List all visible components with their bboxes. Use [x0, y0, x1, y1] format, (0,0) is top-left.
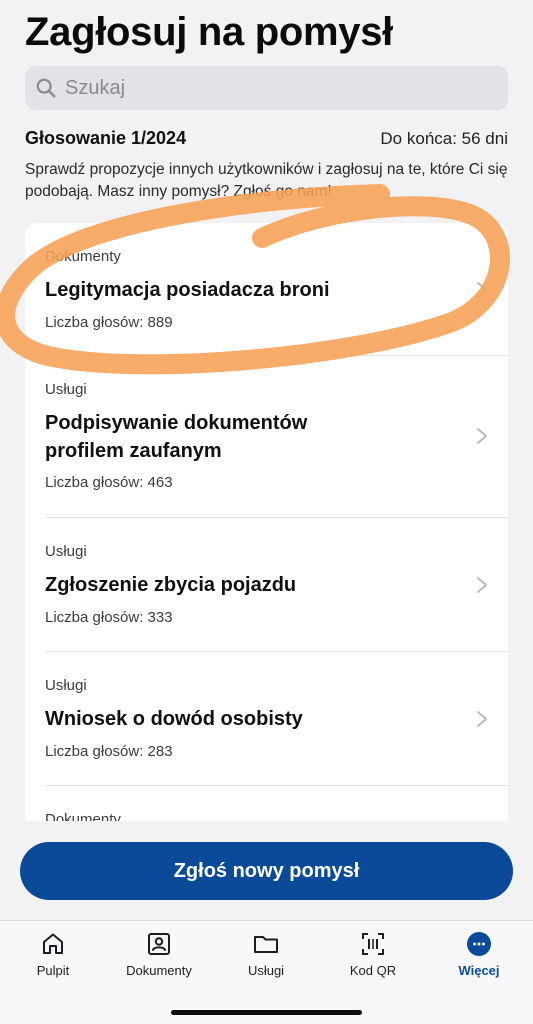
idea-votes: Liczba głosów: 463: [45, 474, 173, 491]
idea-category: Usługi: [45, 543, 87, 560]
idea-votes: Liczba głosów: 333: [45, 609, 173, 626]
idea-name: Legitymacja posiadacza broni: [45, 279, 330, 301]
idea-name: Zgłoszenie zbycia pojazdu: [45, 574, 297, 596]
tab-label: Dokumenty: [126, 963, 192, 978]
chevron-right-icon: [477, 711, 487, 727]
idea-item[interactable]: Usługi Podpisywanie dokumentów profilem …: [45, 356, 508, 518]
tab-label: Kod QR: [349, 963, 397, 978]
idea-item[interactable]: Usługi Wniosek o dowód osobisty Liczba g…: [45, 652, 508, 786]
idea-category: Usługi: [45, 381, 87, 398]
tab-label: Więcej: [458, 963, 500, 978]
more-icon: [467, 932, 491, 956]
id-card-icon: [148, 933, 170, 955]
search-input[interactable]: [63, 75, 487, 101]
idea-name: Wniosek o dowód osobisty: [45, 708, 303, 730]
ideas-list: Dokumenty Legitymacja posiadacza broni L…: [25, 223, 508, 821]
idea-category: Usługi: [45, 677, 87, 694]
idea-votes: Liczba głosów: 889: [45, 314, 173, 331]
poll-title: Głosowanie 1/2024: [25, 128, 187, 148]
page-title: Zagłosuj na pomysł: [25, 10, 393, 54]
qr-scan-icon: [362, 933, 384, 955]
search-icon: [36, 78, 56, 98]
chevron-right-icon: [477, 428, 487, 444]
poll-description: Sprawdź propozycje innych użytkowników i…: [25, 161, 508, 200]
tab-label: Usługi: [247, 963, 285, 978]
tab-bar: Pulpit Dokumenty Usługi Kod QR Więcej: [0, 920, 533, 1024]
app-screen: Zagłosuj na pomysł Głosowanie 1/2024 Do …: [0, 0, 533, 1024]
idea-category: Dokumenty: [45, 811, 121, 821]
home-icon: [43, 933, 63, 954]
chevron-right-icon: [477, 577, 487, 593]
search-bar[interactable]: [25, 66, 508, 110]
tab-uslugi[interactable]: Usługi: [221, 931, 311, 978]
home-indicator: [171, 1010, 362, 1015]
tab-pulpit[interactable]: Pulpit: [8, 931, 98, 978]
submit-idea-button[interactable]: Zgłoś nowy pomysł: [20, 842, 513, 900]
chevron-right-icon: [477, 282, 487, 298]
tab-wiecej[interactable]: Więcej: [434, 931, 524, 978]
idea-votes: Liczba głosów: 283: [45, 743, 173, 760]
tab-kod-qr[interactable]: Kod QR: [328, 931, 418, 978]
idea-item[interactable]: Dokumenty Legitymacja posiadacza broni L…: [45, 223, 508, 356]
poll-header: Głosowanie 1/2024 Do końca: 56 dni: [25, 128, 508, 149]
folder-icon: [254, 936, 278, 953]
tab-dokumenty[interactable]: Dokumenty: [114, 931, 204, 978]
tab-label: Pulpit: [36, 963, 70, 978]
idea-name: Podpisywanie dokumentów profilem zaufany…: [45, 412, 308, 462]
idea-item[interactable]: Usługi Zgłoszenie zbycia pojazdu Liczba …: [45, 518, 508, 652]
idea-item[interactable]: Dokumenty: [45, 786, 508, 821]
poll-deadline: Do końca: 56 dni: [380, 129, 508, 148]
idea-category: Dokumenty: [45, 248, 121, 265]
